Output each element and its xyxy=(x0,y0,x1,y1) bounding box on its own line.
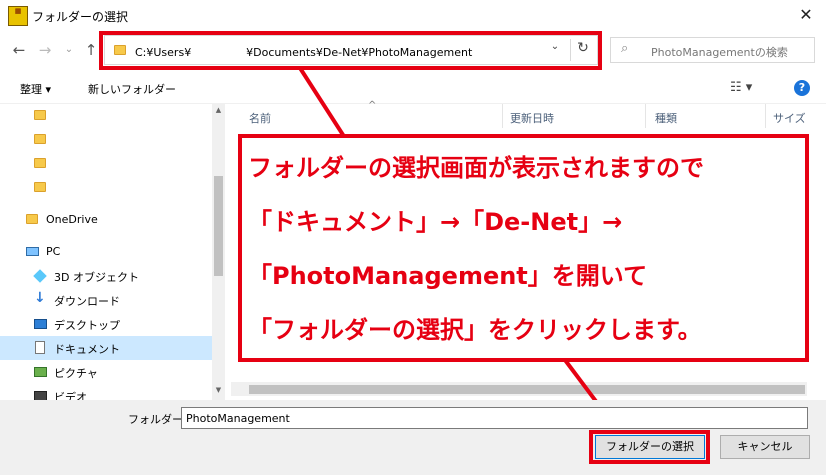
sidebar-item-onedrive[interactable]: OneDrive xyxy=(0,208,212,232)
navigation-scrollbar[interactable]: ▲ ▼ xyxy=(212,104,225,400)
address-highlight-box xyxy=(99,31,602,70)
instruction-callout: フォルダーの選択画面が表示されますので 「ドキュメント」→「De-Net」→ 「… xyxy=(238,134,809,362)
sidebar-item-label: PC xyxy=(46,245,61,258)
desktop-icon xyxy=(34,319,47,329)
sidebar-item-pictures[interactable]: ピクチャ xyxy=(0,360,212,384)
sidebar-item-label: デスクトップ xyxy=(54,319,120,332)
close-button[interactable]: ✕ xyxy=(796,5,816,25)
sidebar-item-label: OneDrive xyxy=(46,213,98,226)
organize-menu[interactable]: 整理 ▾ xyxy=(20,81,51,97)
folder-icon xyxy=(34,134,46,144)
back-button[interactable]: ← xyxy=(10,40,28,60)
column-header-name[interactable]: 名前 xyxy=(249,104,271,128)
folder-name-field[interactable] xyxy=(181,407,808,429)
folder-icon xyxy=(34,182,46,192)
sidebar-item-videos[interactable]: ビデオ xyxy=(0,384,212,400)
sidebar-item-label: ダウンロード xyxy=(54,295,120,308)
up-button[interactable]: ↑ xyxy=(82,40,100,60)
folder-icon xyxy=(34,158,46,168)
column-divider xyxy=(502,104,503,128)
forward-button[interactable]: → xyxy=(36,40,54,60)
video-icon xyxy=(34,391,47,400)
horizontal-scroll-thumb[interactable] xyxy=(249,385,805,394)
column-divider xyxy=(645,104,646,128)
column-header-size[interactable]: サイズ xyxy=(773,104,806,128)
instruction-line-2: 「ドキュメント」→「De-Net」→ xyxy=(248,208,623,236)
recent-locations-dropdown[interactable]: ⌄ xyxy=(60,40,78,60)
help-icon[interactable]: ? xyxy=(794,80,810,96)
sidebar-item-label: ドキュメント xyxy=(54,343,120,356)
horizontal-scrollbar[interactable] xyxy=(231,382,807,396)
picture-icon xyxy=(34,367,47,377)
pc-icon xyxy=(26,247,39,256)
sidebar-item-documents[interactable]: ドキュメント xyxy=(0,336,212,360)
view-options-icon[interactable]: ☷ ▾ xyxy=(730,80,752,95)
sidebar-item-label: 3D オブジェクト xyxy=(54,271,139,284)
column-divider xyxy=(765,104,766,128)
select-button-highlight-box xyxy=(589,430,710,464)
new-folder-button[interactable]: 新しいフォルダー xyxy=(88,81,176,97)
sidebar-item-folder[interactable] xyxy=(0,152,212,176)
title-bar: ▦ フォルダーの選択 ✕ xyxy=(0,0,826,32)
download-icon: ↓ xyxy=(34,290,46,306)
document-icon xyxy=(35,341,45,354)
sidebar-item-label: ピクチャ xyxy=(54,367,98,380)
window-title: フォルダーの選択 xyxy=(32,10,129,24)
sidebar-item-desktop[interactable]: デスクトップ xyxy=(0,312,212,336)
instruction-line-4: 「フォルダーの選択」をクリックします。 xyxy=(248,316,702,344)
sidebar-item-pc[interactable]: PC xyxy=(0,240,212,264)
navigation-pane: OneDrive PC 3D オブジェクト ↓ ダウンロード デスクトップ ドキ… xyxy=(0,104,225,400)
scroll-down-icon[interactable]: ▼ xyxy=(212,386,225,394)
folder-field-label: フォルダー: xyxy=(128,413,187,426)
cube-icon xyxy=(33,269,47,283)
column-header-type[interactable]: 種類 xyxy=(655,104,677,128)
sidebar-item-folder[interactable] xyxy=(0,176,212,200)
folder-icon xyxy=(34,110,46,120)
search-input[interactable]: ⌕ PhotoManagementの検索 xyxy=(610,37,815,63)
column-header-date[interactable]: 更新日時 xyxy=(510,104,554,128)
scroll-up-icon[interactable]: ▲ xyxy=(212,106,225,114)
sidebar-item-folder[interactable] xyxy=(0,104,212,128)
sidebar-item-downloads[interactable]: ↓ ダウンロード xyxy=(0,288,212,312)
scroll-thumb[interactable] xyxy=(214,176,223,276)
sidebar-item-label: ビデオ xyxy=(54,391,87,400)
app-icon: ▦ xyxy=(8,6,28,26)
search-placeholder: PhotoManagementの検索 xyxy=(651,46,788,59)
instruction-line-3: 「PhotoManagement」を開いて xyxy=(248,262,648,290)
search-icon: ⌕ xyxy=(621,41,629,56)
onedrive-folder-icon xyxy=(26,214,38,224)
instruction-line-1: フォルダーの選択画面が表示されますので xyxy=(248,154,704,182)
cancel-button[interactable]: キャンセル xyxy=(720,435,810,459)
sidebar-item-folder[interactable] xyxy=(0,128,212,152)
sidebar-item-3d-objects[interactable]: 3D オブジェクト xyxy=(0,264,212,288)
command-bar: 整理 ▾ 新しいフォルダー ☷ ▾ ? xyxy=(0,72,826,104)
sort-ascending-icon: ^ xyxy=(368,100,377,111)
